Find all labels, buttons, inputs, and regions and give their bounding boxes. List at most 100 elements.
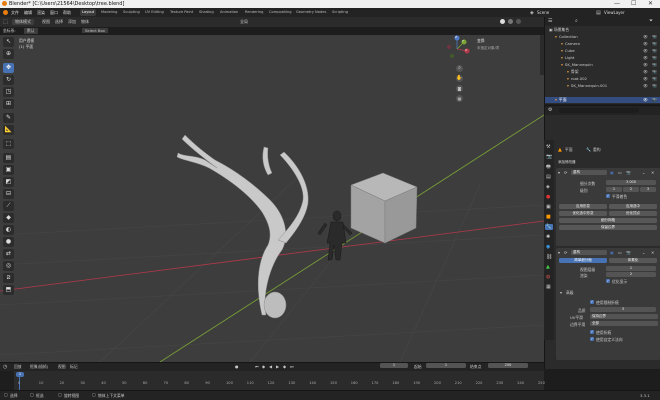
menu-help[interactable]: 帮助 [63, 10, 71, 16]
header-menu-object[interactable]: 物体 [81, 19, 89, 25]
transform-tool-icon[interactable]: ⊞ [3, 99, 14, 109]
object-name[interactable]: 平面 [565, 147, 573, 153]
render-tab-icon[interactable]: 📷 [546, 154, 552, 160]
mod1-button-2[interactable]: 应用选中 [609, 204, 657, 209]
select-box-tool[interactable]: Select Box [82, 28, 108, 33]
modifier-1-close-icon[interactable]: ✕ [651, 170, 654, 175]
visibility-eye-icon[interactable]: 👁 [643, 69, 648, 75]
properties-search-field[interactable] [559, 108, 639, 113]
visibility-eye-icon[interactable]: 👁 [643, 34, 648, 40]
viewport-shading-material-icon[interactable] [508, 19, 513, 24]
mod1-button-5[interactable]: 细分网格 [559, 218, 657, 223]
modifier-1-viewport-icon[interactable]: ▭ [618, 170, 622, 175]
maximize-button[interactable]: ☐ [631, 0, 636, 7]
mod2-check-2[interactable]: ✓ [590, 300, 594, 304]
outliner-editor-icon[interactable]: ☰ [548, 18, 552, 24]
outliner-filter-icon[interactable]: ⏷ [649, 18, 653, 24]
mod2-field2-1[interactable]: 3 [590, 307, 656, 312]
play-reverse-icon[interactable]: ◀ [269, 364, 272, 369]
timeline-editor-icon[interactable]: ◷ [3, 364, 7, 370]
mod1-button-1[interactable]: 应用形变 [559, 204, 607, 209]
modifier-2-editmode-icon[interactable]: ▣ [610, 250, 614, 255]
modifier-2-close-icon[interactable]: ✕ [651, 250, 654, 255]
timeline-menu-marker[interactable]: 标记 [70, 364, 78, 370]
mod1-button-6[interactable]: 保留边界 [559, 225, 657, 230]
mod2-check-4[interactable]: ✓ [590, 337, 594, 341]
workspace-tab-rendering[interactable]: Rendering [243, 9, 265, 16]
object-tab-icon[interactable]: ■ [546, 214, 551, 220]
modifier-2-viewport-icon[interactable]: ▭ [618, 250, 622, 255]
texture-tab-icon[interactable]: ▦ [546, 284, 551, 290]
annotate-tool-icon[interactable]: ✎ [3, 113, 14, 123]
zoom-icon[interactable]: ⌕ [456, 65, 463, 72]
outliner-item[interactable]: ▾ Cube 👁 📷 [545, 48, 660, 54]
data-tab-icon[interactable]: ▲ [546, 264, 550, 270]
menu-render[interactable]: 渲染 [37, 10, 45, 16]
outliner-item[interactable]: ▾ Light 👁 📷 [545, 55, 660, 61]
measure-tool-icon[interactable]: 📐 [3, 125, 14, 135]
next-key-icon[interactable]: ◆ [283, 364, 286, 369]
outliner-item[interactable]: ▾ 骨架 👁 📷 [545, 69, 660, 75]
viewport-shading-rendered-icon[interactable] [516, 19, 521, 24]
outliner-item[interactable]: ▾ Collection 👁 📷 [545, 34, 660, 40]
render-camera-icon[interactable]: 📷 [652, 48, 657, 54]
shrink-tool-icon[interactable]: ◎ [3, 261, 14, 271]
view-layer-selector[interactable]: ViewLayer [604, 10, 625, 15]
editor-type-icon[interactable]: ⬚ [3, 19, 8, 25]
workspace-tab-animation[interactable]: Animation [218, 9, 240, 16]
outliner-item[interactable]: ▾ SK_Mannequin 👁 📷 [545, 62, 660, 68]
output-tab-icon[interactable]: 🖶 [546, 164, 551, 172]
workspace-tab-uv-editing[interactable]: UV Editing [143, 9, 166, 16]
outliner-item[interactable]: ▾ root.002 👁 📷 [545, 76, 660, 82]
minimize-button[interactable]: — [614, 0, 620, 7]
mod2-field-1[interactable]: 1 [606, 266, 656, 271]
modifier-tab-icon[interactable]: 🔧 [545, 224, 553, 230]
end-frame-field[interactable]: 250 [488, 363, 528, 368]
prev-key-icon[interactable]: ◆ [262, 364, 265, 369]
workspace-tab-modeling[interactable]: Modeling [99, 9, 119, 16]
visibility-eye-icon[interactable]: 👁 [643, 83, 648, 89]
close-button[interactable]: ✕ [648, 0, 653, 7]
camera-view-icon[interactable]: ◙ [456, 85, 463, 92]
modifier-1-collapse-icon[interactable]: ▾ [558, 170, 560, 175]
visibility-eye-icon[interactable]: 👁 [643, 76, 648, 82]
modifier-1-editmode-icon[interactable]: ▣ [610, 170, 614, 175]
mod1-level-1[interactable]: 1 [606, 187, 622, 192]
workspace-tab-compositing[interactable]: Compositing [267, 9, 294, 16]
mod1-button-3[interactable]: 优化选中形变 [559, 211, 607, 216]
mod1-level-2[interactable]: 2 [623, 187, 639, 192]
modifier-2-menu-icon[interactable]: ⌄ [642, 250, 645, 255]
render-camera-icon[interactable]: 📷 [652, 69, 657, 75]
start-frame-field[interactable]: 1 [426, 363, 466, 368]
viewport-shading-solid-icon[interactable] [500, 19, 505, 24]
play-icon[interactable]: ▶ [276, 364, 279, 369]
coord-selector[interactable]: 默认 [24, 28, 38, 34]
mod2-field-2[interactable]: 2 [606, 272, 656, 277]
mod2-field2-2[interactable]: 保持边界 [590, 314, 658, 319]
mod2-tab-simple[interactable]: 简单细分面 [559, 258, 607, 263]
3d-cursor-tool-icon[interactable]: ⊕ [3, 49, 14, 59]
move-tool-icon[interactable]: ✥ [3, 63, 14, 73]
modifier-1-render-icon[interactable]: 📷 [626, 170, 631, 175]
add-cube-tool-icon[interactable]: ⬚ [3, 139, 14, 149]
smooth-tool-icon[interactable]: ● [3, 237, 14, 247]
outliner-item[interactable]: ▾ Camera 👁 📷 [545, 41, 660, 47]
timeline-menu-view[interactable]: 视图 [58, 364, 66, 370]
navigation-gizmo[interactable] [442, 35, 472, 63]
physics-tab-icon[interactable]: ◉ [546, 244, 550, 250]
render-camera-icon[interactable]: 📷 [652, 41, 657, 47]
scale-tool-icon[interactable]: ◳ [3, 87, 14, 97]
mannequin-object[interactable] [317, 210, 353, 261]
pan-hand-icon[interactable]: ✋ [456, 75, 463, 82]
rotate-tool-icon[interactable]: ↻ [3, 75, 14, 85]
rip-tool-icon[interactable]: ⬒ [3, 285, 14, 295]
header-menu-select[interactable]: 选择 [55, 19, 63, 25]
render-camera-icon[interactable]: 📷 [652, 97, 657, 103]
loop-cut-tool-icon[interactable]: ⊟ [3, 189, 14, 199]
inset-tool-icon[interactable]: ▣ [3, 165, 14, 175]
transform-panel-title[interactable]: 变换 [477, 38, 485, 44]
workspace-tab-shading[interactable]: Shading [197, 9, 216, 16]
modifier-2-render-icon[interactable]: 📷 [626, 250, 631, 255]
knife-tool-icon[interactable]: ⟋ [3, 201, 14, 211]
add-modifier-button[interactable]: 添加修改器 [558, 160, 588, 165]
